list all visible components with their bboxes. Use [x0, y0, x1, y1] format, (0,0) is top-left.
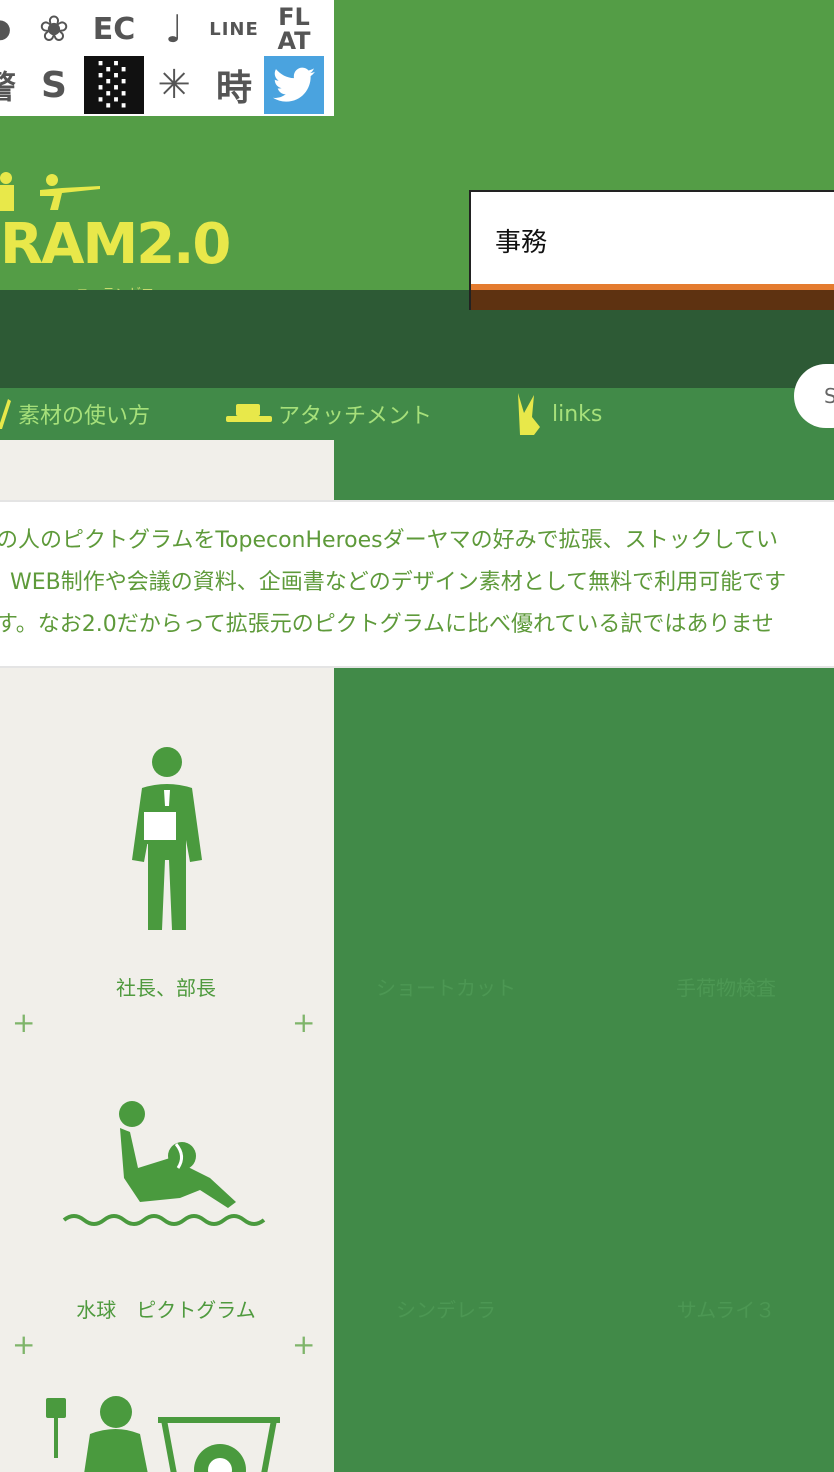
pictogram-water-polo-icon[interactable]	[60, 1098, 270, 1228]
nav-item-usage[interactable]: 素材の使い方	[0, 388, 150, 440]
stick-icon	[0, 399, 11, 429]
music-note-icon[interactable]: ♩	[144, 0, 204, 58]
search-input[interactable]: 事務	[495, 222, 547, 259]
pictogram-gong-icon[interactable]	[40, 1394, 290, 1472]
search-box[interactable]: 事務	[469, 190, 834, 310]
pictogram-label[interactable]: 水球 ピクトグラム	[26, 1294, 306, 1323]
pictogram-label[interactable]: サムライ３	[586, 1294, 834, 1323]
twitter-icon[interactable]	[264, 56, 324, 114]
plus-icon: +	[12, 1328, 36, 1361]
search-underline	[471, 284, 834, 310]
logo-text: RAM2.0	[0, 212, 231, 277]
description-line: の人のピクトグラムをTopeconHeroesダーヤマの好みで拡張、ストックして…	[0, 528, 778, 553]
pictogram-label[interactable]: 社長、部長	[26, 972, 306, 1001]
site-description: の人のピクトグラムをTopeconHeroesダーヤマの好みで拡張、ストックして…	[0, 500, 834, 668]
description-line: WEB制作や会議の資料、企画書などのデザイン素材として無料で利用可能です	[10, 570, 787, 595]
s-icon[interactable]: S	[24, 56, 84, 114]
pill-text: S	[824, 384, 834, 408]
rabbit-icon	[518, 393, 540, 435]
description-line: す。なお2.0だからって拡張元のピクトグラムに比べ優れている訳ではありませ	[0, 612, 774, 637]
main-nav: 素材の使い方 アタッチメント links	[0, 388, 834, 440]
time-kanji-icon[interactable]: 時	[204, 56, 264, 114]
nav-item-label: アタッチメント	[278, 404, 433, 429]
plus-icon: +	[292, 1328, 316, 1361]
pictogram-label[interactable]: シンデレラ	[306, 1294, 586, 1323]
nav-item-links[interactable]: links	[512, 388, 602, 440]
pictogram-president-icon[interactable]	[112, 740, 222, 940]
hat-icon	[226, 404, 272, 422]
flower-icon[interactable]: ❀	[24, 0, 84, 58]
nav-item-label: links	[552, 401, 603, 427]
nav-item-attachment[interactable]: アタッチメント	[226, 388, 432, 440]
twitter-bird-icon	[273, 67, 315, 102]
pictogram-label[interactable]: 手荷物検査	[586, 972, 834, 1001]
ec-icon[interactable]: EC	[84, 0, 144, 58]
plus-icon: +	[12, 1006, 36, 1039]
nav-item-label: 素材の使い方	[18, 404, 151, 429]
plus-icon: +	[292, 1006, 316, 1039]
starburst-icon[interactable]: ✳	[144, 56, 204, 114]
site-logo[interactable]: RAM2.0 ニーテンゼロ	[0, 165, 231, 302]
grid-icon[interactable]: ░	[84, 56, 144, 114]
icon-strip: ● ❀ EC ♩ LINE FL AT 警 S ░ ✳ 時 🐦	[0, 0, 334, 116]
flat-icon[interactable]: FL AT	[264, 0, 324, 58]
pictogram-label[interactable]: ショートカット	[306, 972, 586, 1001]
line-icon[interactable]: LINE	[204, 0, 264, 58]
